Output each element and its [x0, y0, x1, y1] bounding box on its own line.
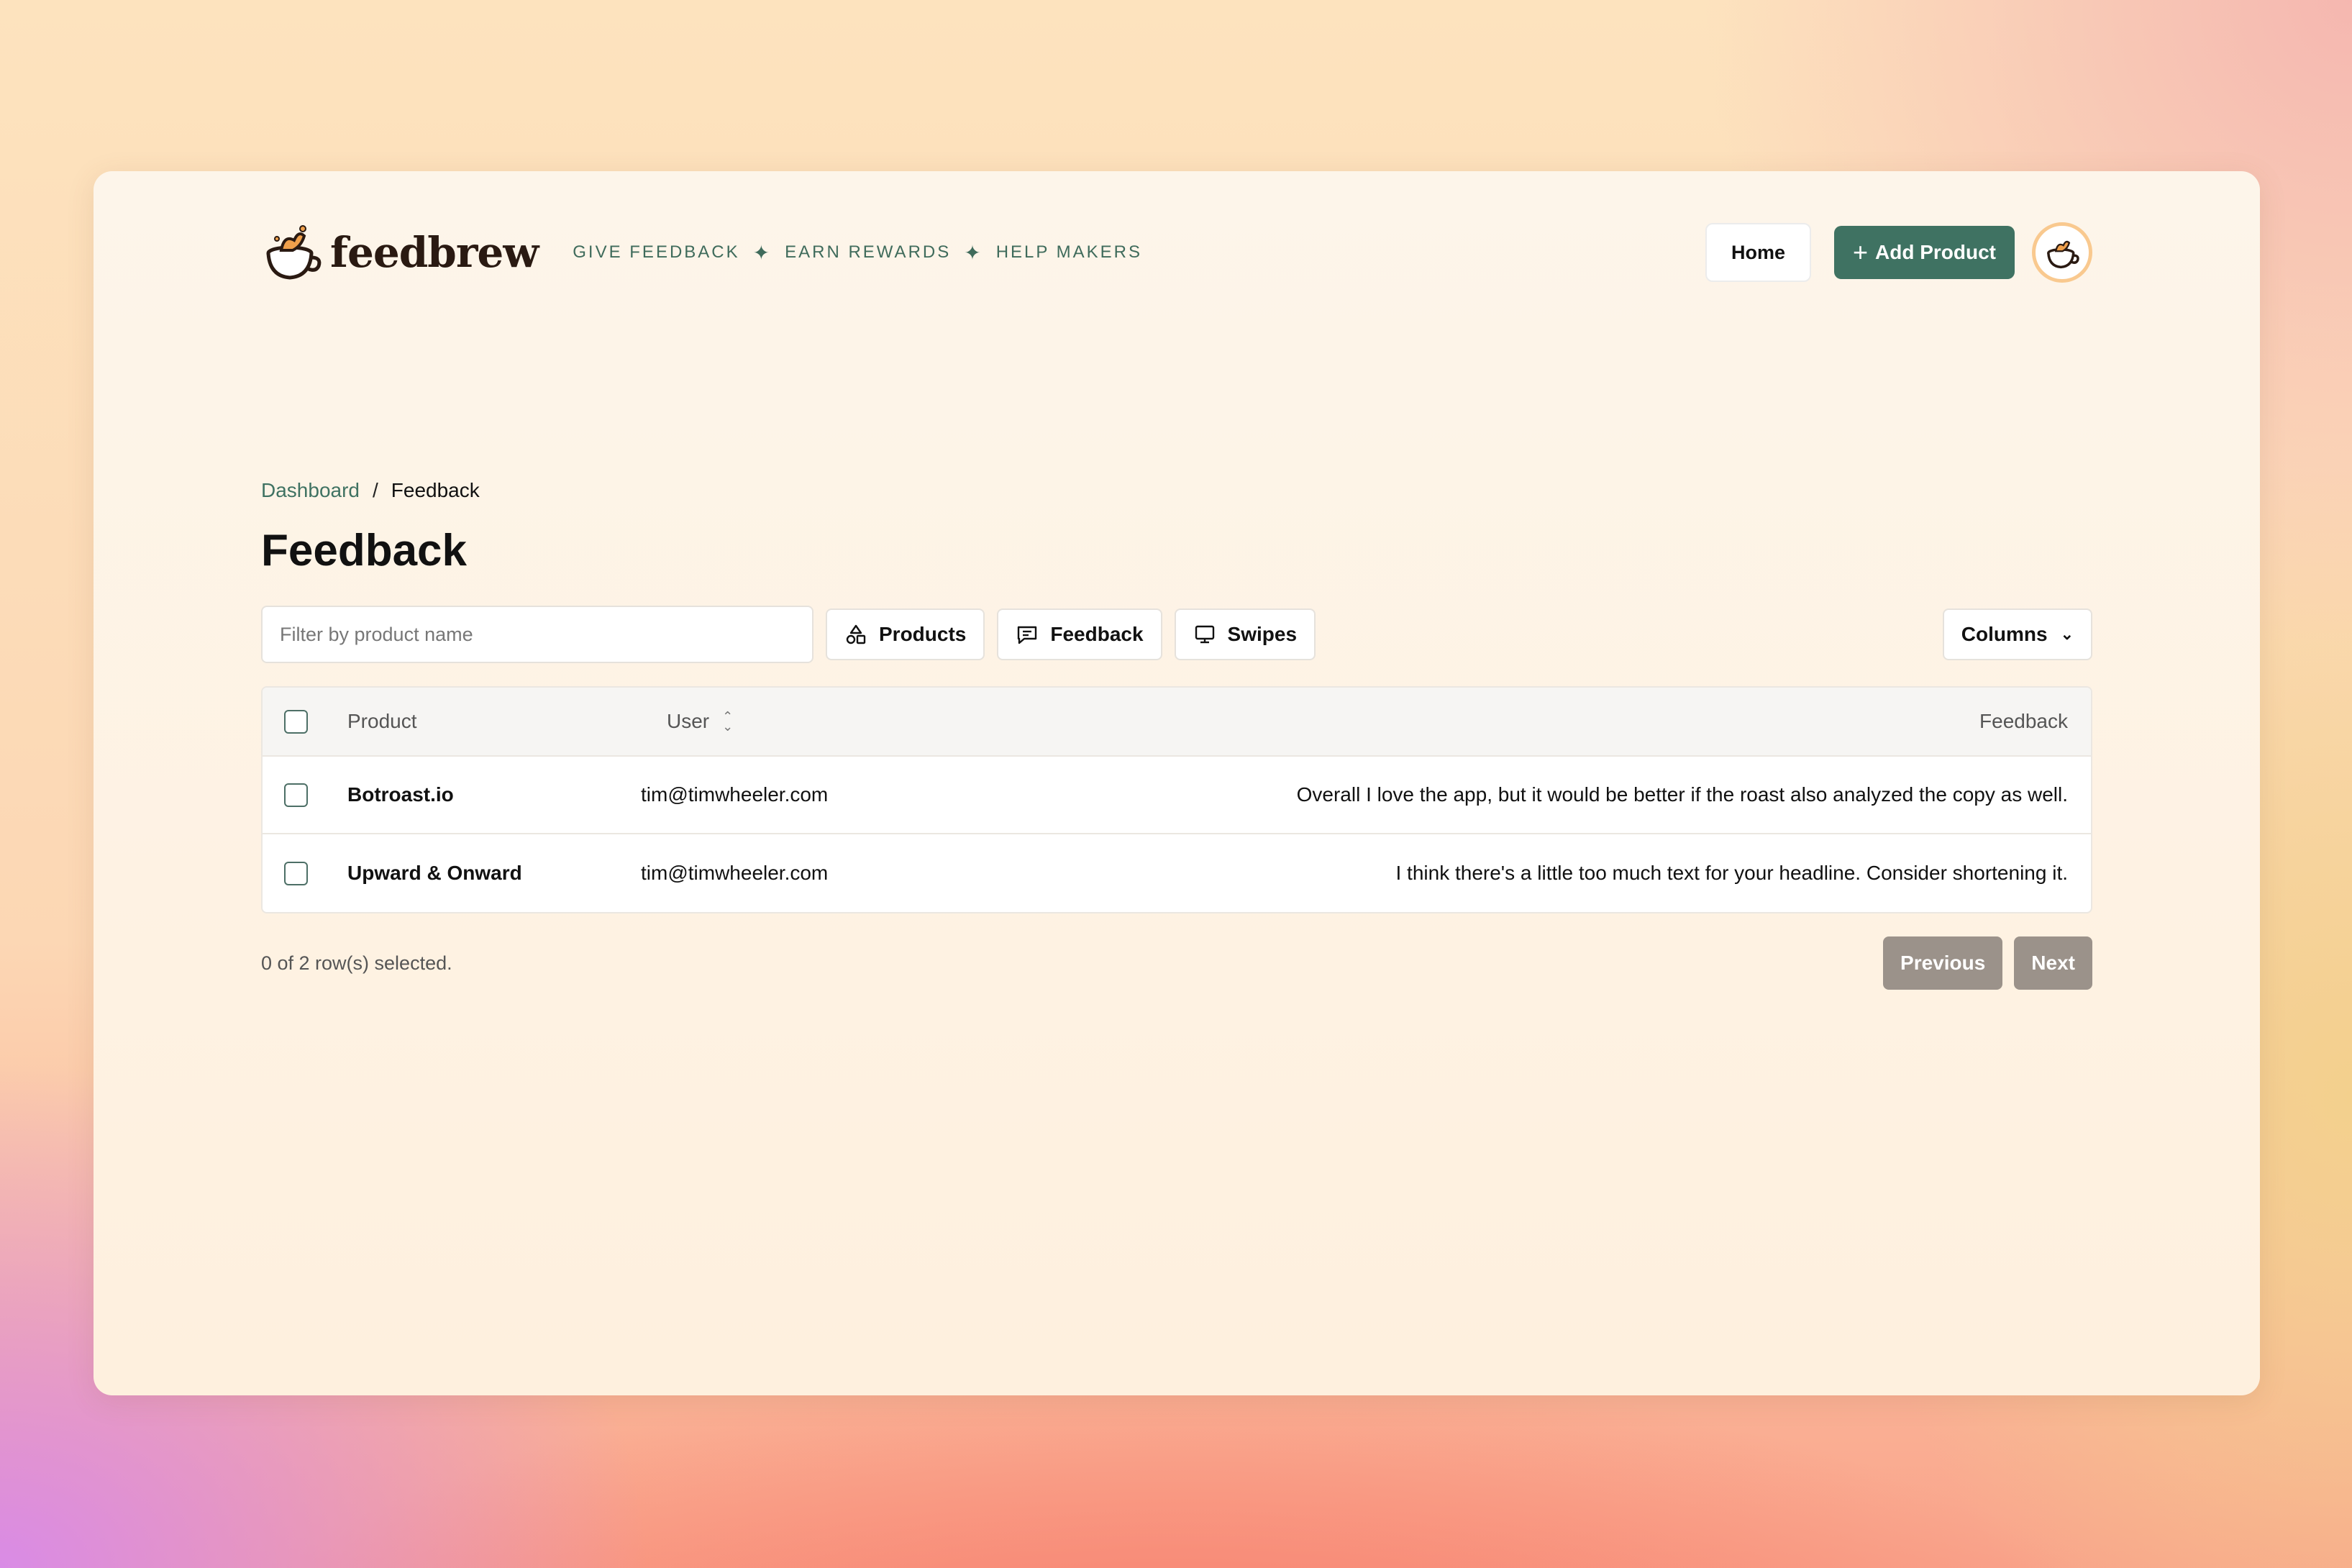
- select-all-checkbox[interactable]: [284, 709, 308, 734]
- plus-icon: +: [1852, 237, 1868, 267]
- filter-product-input[interactable]: [261, 606, 813, 663]
- feedback-table: Product User ⌃ ⌄ Feedback Botroast.io tim…: [261, 686, 2092, 913]
- feedback-filter-label: Feedback: [1050, 623, 1144, 645]
- logo[interactable]: feedbrew: [261, 216, 539, 288]
- monitor-icon: [1195, 625, 1214, 644]
- columns-dropdown-button[interactable]: Columns ⌄: [1942, 608, 2092, 660]
- home-button[interactable]: Home: [1705, 223, 1811, 282]
- swipes-filter-button[interactable]: Swipes: [1174, 608, 1316, 660]
- tagline: GIVE FEEDBACK ✦ EARN REWARDS ✦ HELP MAKE…: [573, 241, 1142, 265]
- tagline-item: HELP MAKERS: [995, 242, 1143, 262]
- swipes-filter-label: Swipes: [1227, 623, 1298, 645]
- columns-label: Columns: [1961, 623, 2048, 645]
- sparkle-icon: ✦: [752, 241, 772, 264]
- column-header-user-label: User: [667, 710, 710, 732]
- cell-product: Upward & Onward: [347, 862, 522, 884]
- shapes-icon: [846, 624, 866, 644]
- table-row[interactable]: Upward & Onward tim@timwheeler.com I thi…: [263, 834, 2091, 912]
- next-button[interactable]: Next: [2014, 936, 2092, 990]
- table-footer: 0 of 2 row(s) selected. Previous Next: [261, 936, 2092, 990]
- table-header-row: Product User ⌃ ⌄ Feedback: [263, 688, 2091, 757]
- coffee-cup-logo-icon: [266, 225, 322, 280]
- selection-count: 0 of 2 row(s) selected.: [261, 952, 452, 974]
- avatar[interactable]: [2032, 222, 2092, 283]
- tagline-item: GIVE FEEDBACK: [573, 242, 740, 262]
- add-product-button[interactable]: + Add Product: [1833, 226, 2015, 279]
- column-header-feedback: Feedback: [1979, 710, 2068, 732]
- top-header: feedbrew GIVE FEEDBACK ✦ EARN REWARDS ✦ …: [261, 206, 2092, 299]
- sparkle-icon: ✦: [964, 241, 983, 264]
- breadcrumb-current: Feedback: [391, 479, 480, 501]
- message-square-icon: [1018, 626, 1037, 644]
- cell-feedback: Overall I love the app, but it would be …: [1296, 783, 2068, 806]
- column-header-product: Product: [347, 710, 417, 732]
- sort-icon: ⌃ ⌄: [722, 709, 734, 734]
- feedback-filter-button[interactable]: Feedback: [997, 608, 1162, 660]
- header-actions: Home + Add Product: [1705, 222, 2092, 283]
- products-filter-button[interactable]: Products: [826, 608, 985, 660]
- breadcrumb: Dashboard / Feedback: [261, 479, 480, 502]
- coffee-cup-avatar-icon: [2047, 240, 2079, 269]
- tagline-item: EARN REWARDS: [785, 242, 952, 262]
- cell-feedback: I think there's a little too much text f…: [1395, 862, 2069, 884]
- chevron-down-icon: ⌄: [2060, 625, 2074, 643]
- pagination: Previous Next: [1872, 936, 2092, 990]
- products-filter-label: Products: [879, 623, 967, 645]
- table-row[interactable]: Botroast.io tim@timwheeler.com Overall I…: [263, 757, 2091, 834]
- add-product-label: Add Product: [1875, 241, 1996, 263]
- row-checkbox[interactable]: [284, 783, 308, 807]
- previous-button[interactable]: Previous: [1883, 936, 2003, 990]
- brand-name: feedbrew: [330, 228, 539, 277]
- cell-user: tim@timwheeler.com: [641, 862, 829, 884]
- breadcrumb-dashboard-link[interactable]: Dashboard: [261, 479, 360, 502]
- cell-user: tim@timwheeler.com: [641, 783, 829, 806]
- toolbar: Products Feedback Swipes Columns: [261, 606, 2092, 663]
- page-title: Feedback: [261, 526, 468, 575]
- breadcrumb-separator: /: [372, 479, 378, 501]
- column-header-user[interactable]: User ⌃ ⌄: [667, 710, 733, 733]
- cell-product: Botroast.io: [347, 783, 454, 806]
- app-window: feedbrew GIVE FEEDBACK ✦ EARN REWARDS ✦ …: [94, 171, 2260, 1395]
- row-checkbox[interactable]: [284, 861, 308, 885]
